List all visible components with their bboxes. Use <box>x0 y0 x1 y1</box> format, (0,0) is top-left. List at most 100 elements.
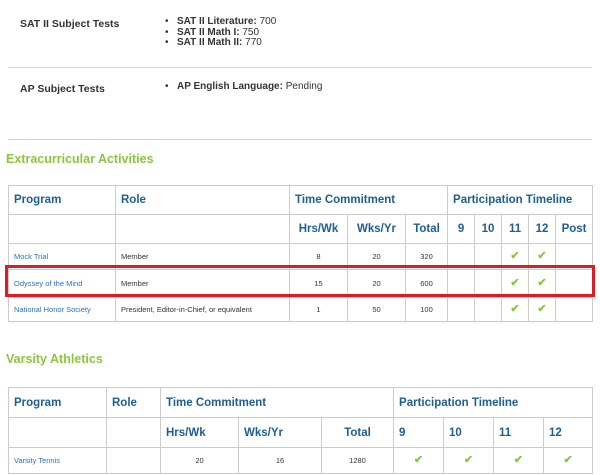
column-header-total: Total <box>320 417 395 448</box>
sat-subject-tests-label: SAT II Subject Tests <box>20 18 120 30</box>
column-header-hrs-wk: Hrs/Wk <box>160 417 239 448</box>
check-icon: ✔ <box>513 454 524 466</box>
grade-cell: ✔ <box>501 243 530 270</box>
empty-header-cell <box>8 214 116 244</box>
table-row: National Honor Society President, Editor… <box>8 297 594 322</box>
grade-cell <box>474 269 503 298</box>
sat-subject-tests-block: SAT II Subject Tests SAT II Literature: … <box>0 0 600 70</box>
list-item: AP English Language: Pending <box>163 81 323 93</box>
grade-cell <box>555 243 594 270</box>
extracurricular-table: Program Role Time Commitment Participati… <box>8 185 594 322</box>
score-name: SAT II Math I: <box>177 26 240 38</box>
grade-cell <box>555 297 594 322</box>
grade-cell: ✔ <box>528 269 557 298</box>
hrs-wk-cell: 15 <box>289 269 348 298</box>
check-icon: ✔ <box>563 454 573 466</box>
grade-cell: ✔ <box>528 297 557 322</box>
empty-header-cell <box>115 214 290 244</box>
column-header-wks-yr: Wks/Yr <box>347 214 406 244</box>
grade-cell <box>447 297 476 322</box>
empty-header-cell <box>8 417 107 448</box>
column-header-grade-9: 9 <box>393 417 445 448</box>
grade-cell: ✔ <box>493 447 545 474</box>
wks-yr-cell: 20 <box>347 243 406 270</box>
check-icon: ✔ <box>510 303 520 315</box>
column-header-grade-11: 11 <box>501 214 530 244</box>
total-cell: 600 <box>404 269 449 298</box>
grade-cell: ✔ <box>543 447 594 474</box>
wks-yr-cell: 16 <box>238 447 322 474</box>
grade-cell: ✔ <box>443 447 495 474</box>
sat-subject-tests-list: SAT II Literature: 700 SAT II Math I: 75… <box>163 16 277 49</box>
divider <box>8 67 592 68</box>
column-header-participation-timeline: Participation Timeline <box>393 387 594 418</box>
column-header-wks-yr: Wks/Yr <box>238 417 322 448</box>
column-header-time-commitment: Time Commitment <box>159 387 395 418</box>
ap-subject-tests-list: AP English Language: Pending <box>163 81 323 93</box>
hrs-wk-cell: 1 <box>289 297 348 322</box>
role-cell: President, Editor-in-Chief, or equivalen… <box>115 297 290 322</box>
program-link-varsity-tennis[interactable]: Varsity Tennis <box>8 447 107 474</box>
varsity-athletics-title: Varsity Athletics <box>6 352 103 366</box>
grade-cell <box>474 243 503 270</box>
grade-cell: ✔ <box>501 269 530 298</box>
check-icon: ✔ <box>510 277 520 289</box>
program-link-odyssey-of-the-mind[interactable]: Odyssey of the Mind <box>8 269 116 298</box>
grade-cell <box>474 297 503 322</box>
extracurricular-title: Extracurricular Activities <box>6 152 154 166</box>
hrs-wk-cell: 8 <box>289 243 348 270</box>
hrs-wk-cell: 20 <box>160 447 239 474</box>
column-header-program: Program <box>8 185 116 215</box>
ap-subject-tests-label: AP Subject Tests <box>20 83 105 95</box>
score-name: AP English Language: <box>177 81 283 92</box>
check-icon: ✔ <box>537 250 547 262</box>
table-row: Mock Trial Member 8 20 320 ✔ ✔ <box>8 243 594 270</box>
grade-cell: ✔ <box>528 243 557 270</box>
grade-cell <box>447 269 476 298</box>
grade-cell <box>555 269 594 298</box>
column-header-time-commitment: Time Commitment <box>288 185 449 215</box>
role-cell <box>106 447 161 474</box>
column-header-hrs-wk: Hrs/Wk <box>289 214 348 244</box>
column-header-grade-12: 12 <box>528 214 557 244</box>
score-name: SAT II Literature: <box>177 16 257 27</box>
check-icon: ✔ <box>413 454 424 466</box>
total-cell: 100 <box>404 297 449 322</box>
empty-header-cell <box>106 417 161 448</box>
program-link-national-honor-society[interactable]: National Honor Society <box>8 297 116 322</box>
role-cell: Member <box>115 243 290 270</box>
check-icon: ✔ <box>537 303 547 315</box>
score-name: SAT II Math II: <box>177 37 243 48</box>
list-item: SAT II Math II: 770 <box>163 37 276 49</box>
score-value: 750 <box>242 26 260 38</box>
grade-cell: ✔ <box>501 297 530 322</box>
column-header-post: Post <box>555 214 594 244</box>
ap-subject-tests-block: AP Subject Tests AP English Language: Pe… <box>0 70 600 110</box>
column-header-role: Role <box>115 185 290 215</box>
check-icon: ✔ <box>463 454 474 466</box>
column-header-total: Total <box>404 214 449 244</box>
table-row: Varsity Tennis 20 16 1280 ✔ ✔ ✔ ✔ <box>8 447 594 474</box>
role-cell: Member <box>115 269 290 298</box>
score-value: 770 <box>245 37 262 48</box>
column-header-grade-9: 9 <box>447 214 476 244</box>
check-icon: ✔ <box>537 277 547 289</box>
section-divider <box>8 139 592 140</box>
column-header-participation-timeline: Participation Timeline <box>447 185 594 215</box>
program-link-mock-trial[interactable]: Mock Trial <box>8 243 116 270</box>
column-header-program: Program <box>8 387 107 418</box>
total-cell: 1280 <box>320 447 395 474</box>
score-value: Pending <box>285 81 323 92</box>
grade-cell <box>447 243 476 270</box>
score-value: 700 <box>259 16 277 27</box>
column-header-grade-11: 11 <box>493 417 545 448</box>
check-icon: ✔ <box>510 250 520 262</box>
column-header-grade-12: 12 <box>543 417 594 448</box>
column-header-role: Role <box>106 387 161 418</box>
column-header-grade-10: 10 <box>474 214 503 244</box>
total-cell: 320 <box>404 243 449 270</box>
grade-cell: ✔ <box>393 447 445 474</box>
varsity-athletics-table: Program Role Time Commitment Participati… <box>8 387 594 474</box>
table-row: Odyssey of the Mind Member 15 20 600 ✔ ✔ <box>8 269 594 298</box>
column-header-grade-10: 10 <box>443 417 495 448</box>
